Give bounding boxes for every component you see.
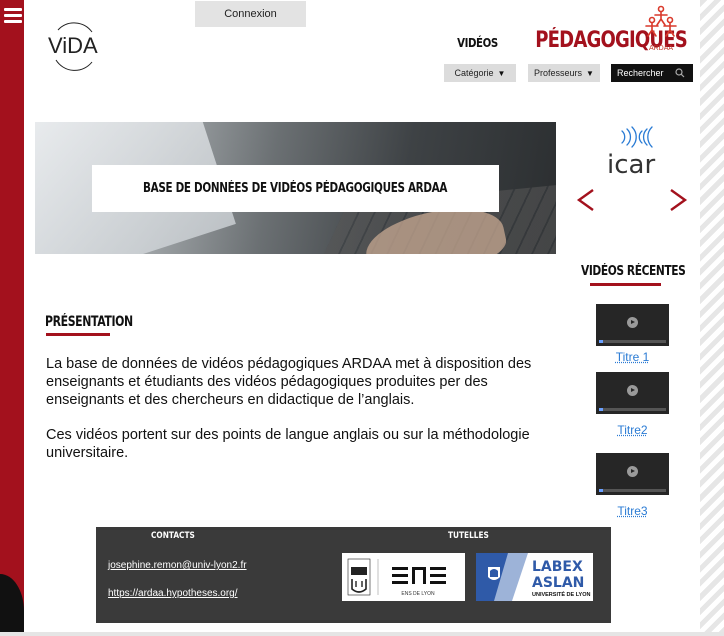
footer: CONTACTS TUTELLES josephine.remon@univ-l… [96, 527, 611, 623]
site-title-small: VIDÉOS [457, 36, 498, 50]
triangle-down-icon: ▼ [586, 68, 594, 78]
categorie-dropdown[interactable]: Catégorie ▼ [444, 64, 516, 82]
contacts-heading: CONTACTS [151, 531, 195, 541]
search-box[interactable]: Rechercher [611, 64, 693, 82]
labex-aslan-logo[interactable]: LABEX ASLAN UNIVERSITÉ DE LYON [476, 553, 593, 601]
contact-email-link[interactable]: josephine.remon@univ-lyon2.fr [108, 560, 247, 571]
tutelles-heading: TUTELLES [448, 531, 489, 541]
video-progress-bar[interactable] [599, 340, 666, 343]
ardaa-people-icon [645, 5, 677, 37]
presentation-underline [46, 333, 110, 336]
icar-logo[interactable]: icar [600, 125, 665, 180]
svg-text:LABEX: LABEX [532, 559, 583, 575]
video-thumbnail-2[interactable] [596, 372, 669, 414]
site-title: VIDÉOS PÉDAGOGIQUES [450, 28, 688, 53]
slider-next-arrow-icon[interactable] [668, 188, 688, 212]
video-progress-bar[interactable] [599, 408, 666, 411]
svg-text:ASLAN: ASLAN [532, 575, 584, 591]
video-progress-bar[interactable] [599, 489, 666, 492]
blog-link[interactable]: https://ardaa.hypotheses.org/ [108, 588, 238, 599]
search-label: Rechercher [617, 68, 664, 78]
ardaa-logo[interactable]: ARDAA [642, 4, 680, 52]
left-sidebar [0, 0, 24, 636]
svg-text:ENS DE LYON: ENS DE LYON [401, 591, 435, 597]
triangle-down-icon: ▼ [497, 68, 506, 78]
hamburger-menu-icon[interactable] [4, 8, 22, 26]
search-icon[interactable] [675, 68, 685, 78]
slider-prev-arrow-icon[interactable] [576, 188, 596, 212]
svg-text:ViDA: ViDA [48, 33, 98, 58]
presentation-paragraph-2: Ces vidéos portent sur des points de lan… [46, 427, 530, 461]
connexion-button[interactable]: Connexion [195, 1, 306, 27]
ardaa-logo-label: ARDAA [648, 45, 674, 52]
right-hatched-border [700, 0, 724, 636]
presentation-paragraph-1: La base de données de vidéos pédagogique… [46, 356, 532, 408]
banner-title-card: BASE DE DONNÉES DE VIDÉOS PÉDAGOGIQUES A… [92, 165, 499, 212]
play-icon[interactable] [627, 317, 638, 328]
recent-videos-underline [590, 283, 661, 286]
sidebar-decoration [0, 574, 24, 636]
svg-text:UNIVERSITÉ DE LYON: UNIVERSITÉ DE LYON [532, 590, 591, 598]
video-title-3[interactable]: Titre3 [596, 504, 669, 518]
vida-logo[interactable]: ViDA [44, 20, 104, 72]
ens-lyon-logo[interactable]: ENS DE LYON [342, 553, 465, 601]
professeurs-dropdown[interactable]: Professeurs ▼ [528, 64, 600, 82]
video-thumbnail-1[interactable] [596, 304, 669, 346]
svg-text:icar: icar [607, 150, 655, 180]
hero-banner: BASE DE DONNÉES DE VIDÉOS PÉDAGOGIQUES A… [35, 122, 556, 254]
professeurs-label: Professeurs [534, 68, 583, 78]
play-icon[interactable] [627, 385, 638, 396]
video-title-1[interactable]: Titre 1 [596, 350, 669, 364]
banner-title: BASE DE DONNÉES DE VIDÉOS PÉDAGOGIQUES A… [143, 181, 448, 196]
bottom-border [0, 632, 724, 636]
categorie-label: Catégorie [454, 68, 494, 78]
video-title-2[interactable]: Titre2 [596, 423, 669, 437]
video-thumbnail-3[interactable] [596, 453, 669, 495]
recent-videos-heading: VIDÉOS RÉCENTES [581, 264, 686, 279]
presentation-heading: PRÉSENTATION [45, 314, 133, 330]
play-icon[interactable] [627, 466, 638, 477]
